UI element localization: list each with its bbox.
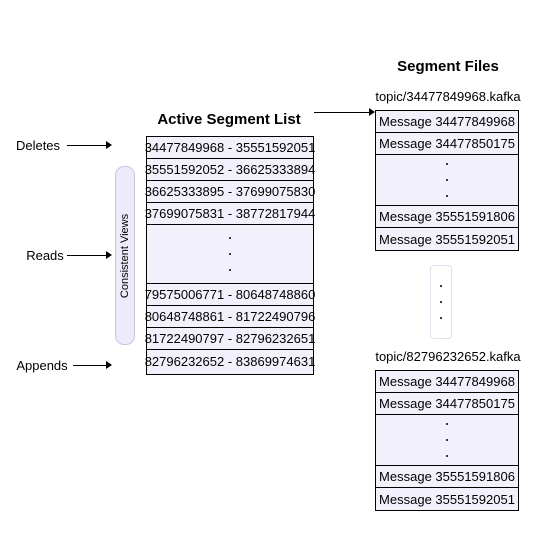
arrow-deletes <box>67 141 113 150</box>
segment-list-ellipsis <box>147 225 313 284</box>
segment-range-row: 80648748861 - 81722490796 <box>144 306 316 328</box>
message-row: Message 34477849968 <box>376 111 518 133</box>
message-row: Message 34477849968 <box>376 371 518 393</box>
arrow-appends <box>73 361 113 370</box>
segment-range-text: 35551592052 - 36625333894 <box>144 162 316 177</box>
segment-range-text: 36625333895 - 37699075830 <box>144 184 316 199</box>
message-row: Message 35551592051 <box>376 488 518 510</box>
segment-range-row: 36625333895 - 37699075830 <box>144 181 316 203</box>
message-text: Message 35551592051 <box>379 491 515 507</box>
segment-file-first-filename: topic/34477849968.kafka <box>366 85 530 107</box>
message-text: Message 34477849968 <box>379 114 515 129</box>
segment-file-ellipsis <box>376 155 518 206</box>
label-reads-text: Reads <box>26 247 64 263</box>
consistent-views-label: Consistent Views <box>119 213 132 298</box>
segment-range-row: 82796232652 - 83869974631 <box>144 350 316 372</box>
message-text: Message 35551591806 <box>379 469 515 484</box>
segment-range-row: 35551592052 - 36625333894 <box>144 159 316 181</box>
segment-file-first: Message 34477849968 Message 34477850175 … <box>375 110 519 251</box>
connector-dot <box>440 317 442 319</box>
connector-dot <box>440 285 442 287</box>
segment-range-row: 37699075831 - 38772817944 <box>144 203 316 225</box>
segment-file-last-filename: topic/82796232652.kafka <box>366 345 530 367</box>
message-row: Message 34477850175 <box>376 393 518 415</box>
segment-range-text: 82796232652 - 83869974631 <box>144 353 316 369</box>
segment-range-row: 79575006771 - 80648748860 <box>144 284 316 306</box>
connector-dot <box>440 301 442 303</box>
message-text: Message 34477849968 <box>379 374 515 389</box>
vertical-ellipsis-icon <box>147 225 313 283</box>
segment-range-row: 34477849968 - 35551592051 <box>144 137 316 159</box>
segment-files-title: Segment Files <box>392 57 504 77</box>
label-appends-text: Appends <box>16 357 68 373</box>
segment-file-first-filename-text: topic/34477849968.kafka <box>375 88 521 104</box>
active-segment-list-title: Active Segment List <box>149 110 309 130</box>
message-row: Message 35551591806 <box>376 206 518 228</box>
consistent-views-bar: Consistent Views <box>115 166 135 345</box>
message-text: Message 34477850175 <box>379 136 515 151</box>
label-reads: Reads <box>23 244 67 266</box>
segment-range-row: 81722490797 - 82796232651 <box>144 328 316 350</box>
arrow-reads <box>67 251 113 260</box>
segment-file-last-filename-text: topic/82796232652.kafka <box>375 348 521 364</box>
message-row: Message 35551592051 <box>376 228 518 250</box>
segment-range-text: 37699075831 - 38772817944 <box>144 206 316 221</box>
label-deletes: Deletes <box>9 134 67 156</box>
diagram-canvas: Deletes Reads Appends Consistent Views A… <box>0 0 538 538</box>
active-segment-list: 34477849968 - 35551592051 35551592052 - … <box>144 136 316 375</box>
vertical-ellipsis-icon <box>376 155 518 205</box>
message-text: Message 35551591806 <box>379 209 515 224</box>
segment-range-text: 79575006771 - 80648748860 <box>144 287 316 302</box>
message-text: Message 34477850175 <box>379 396 515 411</box>
segment-range-text: 34477849968 - 35551592051 <box>144 140 316 155</box>
message-text: Message 35551592051 <box>379 231 515 247</box>
segment-range-text: 80648748861 - 81722490796 <box>144 309 316 324</box>
label-deletes-text: Deletes <box>15 137 61 153</box>
label-appends: Appends <box>11 354 73 376</box>
message-row: Message 34477850175 <box>376 133 518 155</box>
arrow-list-to-segment-file <box>314 108 376 117</box>
segment-range-text: 81722490797 - 82796232651 <box>144 331 316 346</box>
segment-files-connector <box>430 265 452 339</box>
message-row: Message 35551591806 <box>376 466 518 488</box>
segment-file-ellipsis <box>376 415 518 466</box>
segment-file-last: Message 34477849968 Message 34477850175 … <box>375 370 519 511</box>
vertical-ellipsis-icon <box>376 415 518 465</box>
